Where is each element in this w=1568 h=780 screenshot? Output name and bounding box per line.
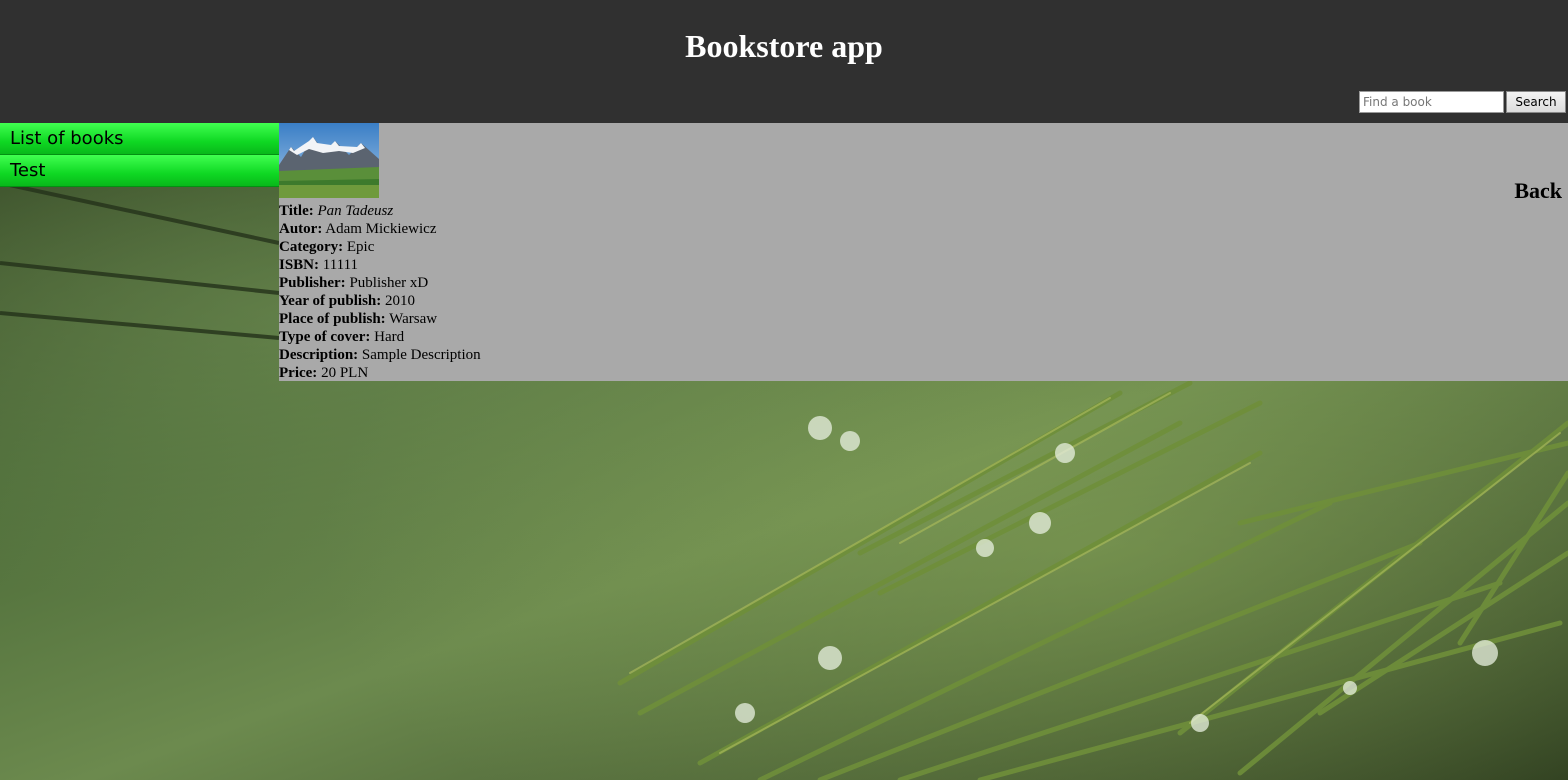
sidebar-item-test[interactable]: Test xyxy=(0,155,279,187)
search-button[interactable]: Search xyxy=(1506,91,1566,113)
sidebar-item-list-of-books[interactable]: List of books xyxy=(0,123,279,155)
sidebar: List of books Test xyxy=(0,123,279,187)
book-cover-image xyxy=(279,123,379,198)
detail-isbn: ISBN: 11111 xyxy=(279,257,359,273)
detail-description: Description: Sample Description xyxy=(279,347,481,363)
detail-place: Place of publish: Warsaw xyxy=(279,311,438,327)
detail-publisher: Publisher: Publisher xD xyxy=(279,275,429,291)
detail-cover-type: Type of cover: Hard xyxy=(279,329,405,345)
detail-title: Title: Pan Tadeusz xyxy=(279,203,394,219)
detail-author: Autor: Adam Mickiewicz xyxy=(279,221,437,237)
search-bar: Search xyxy=(1359,91,1566,113)
back-link[interactable]: Back xyxy=(1514,178,1562,204)
search-input[interactable] xyxy=(1359,91,1504,113)
app-title: Bookstore app xyxy=(685,28,883,64)
detail-year: Year of publish: 2010 xyxy=(279,293,415,309)
book-details-panel: Back Title: Pan Tadeusz Autor: Adam Mick… xyxy=(279,123,1568,381)
detail-price: Price: 20 PLN xyxy=(279,365,369,381)
app-header: Bookstore app Search xyxy=(0,0,1568,123)
book-details: Title: Pan Tadeusz Autor: Adam Mickiewic… xyxy=(279,202,481,382)
detail-category: Category: Epic xyxy=(279,239,375,255)
